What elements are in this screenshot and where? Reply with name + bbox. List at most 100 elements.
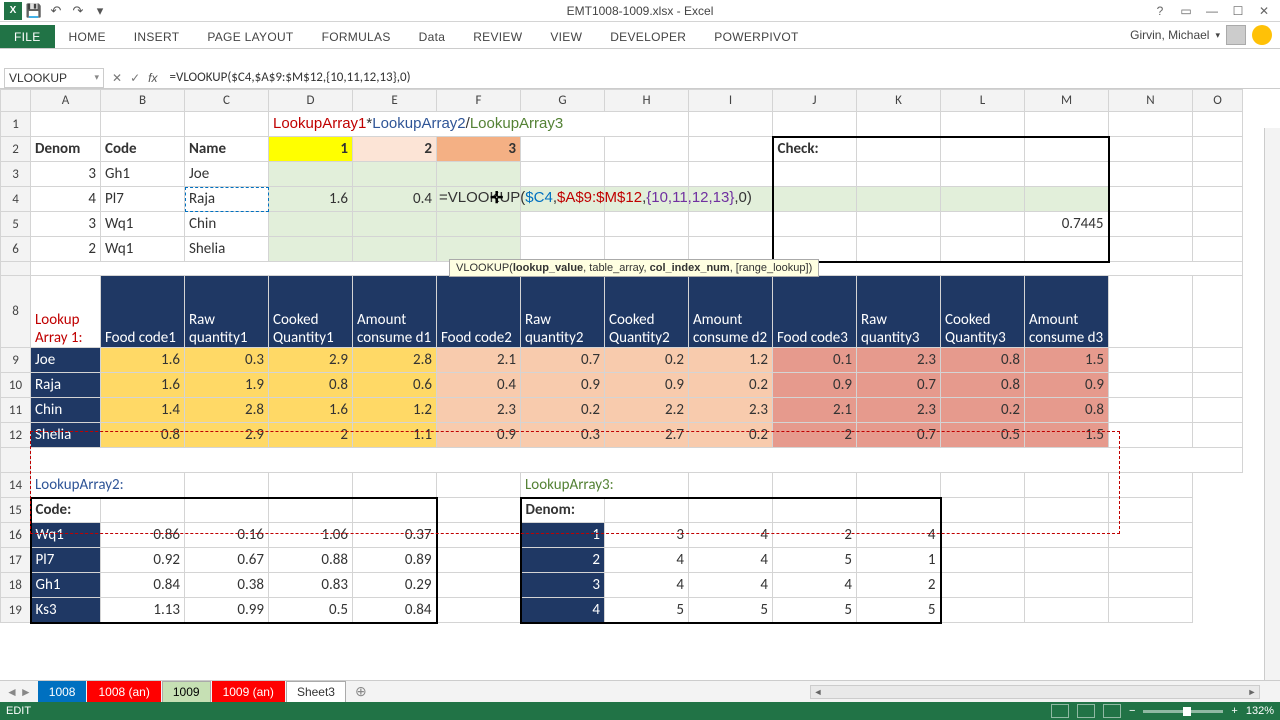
col-header[interactable]: I [689,90,773,112]
close-icon[interactable]: ✕ [1252,2,1276,20]
cell[interactable]: Cooked Quantity3 [941,276,1025,348]
cell[interactable]: Raw quantity2 [521,276,605,348]
cell[interactable]: Denom [31,137,101,162]
col-header[interactable]: M [1025,90,1109,112]
cell[interactable]: Raja [185,187,269,212]
cell[interactable]: Joe [185,162,269,187]
tab-developer[interactable]: DEVELOPER [596,25,700,48]
cell[interactable]: Amount consume d1 [353,276,437,348]
cell[interactable]: Shelia [185,237,269,262]
col-header[interactable]: L [941,90,1025,112]
col-header[interactable]: F [437,90,521,112]
cell[interactable]: 1 [269,137,353,162]
col-header[interactable]: J [773,90,857,112]
enter-icon[interactable]: ✓ [130,71,140,85]
view-break-icon[interactable] [1103,704,1121,718]
cell-editing[interactable]: =VLOOKUP($C4,$A$9:$M$12,{10,11,12,13},0) [437,187,521,212]
cell[interactable]: 1.6 [269,187,353,212]
zoom-slider[interactable] [1143,710,1223,713]
row-header[interactable]: 1 [1,112,31,137]
cell[interactable]: LookupArray1*LookupArray2/LookupArray3 [269,112,689,137]
tab-powerpivot[interactable]: POWERPIVOT [700,25,812,48]
tab-file[interactable]: FILE [0,25,55,48]
cell[interactable]: 0.7445 [1025,212,1109,237]
cancel-icon[interactable]: ✕ [112,71,122,85]
row-header[interactable]: 4 [1,187,31,212]
cell[interactable]: Food code1 [101,276,185,348]
sheet-nav[interactable]: ◄► [0,685,38,699]
cell[interactable]: Cooked Quantity2 [605,276,689,348]
tab-review[interactable]: REVIEW [459,25,536,48]
cell[interactable]: 0.4 [353,187,437,212]
minimize-icon[interactable]: — [1200,2,1224,20]
help-icon[interactable]: ? [1148,2,1172,20]
cell[interactable]: Gh1 [101,162,185,187]
col-header[interactable]: C [185,90,269,112]
formula-input[interactable]: =VLOOKUP($C4,$A$9:$M$12,{10,11,12,13},0) [165,70,1280,85]
cell[interactable]: Name [185,137,269,162]
vertical-scrollbar[interactable] [1264,128,1280,680]
save-icon[interactable]: 💾 [24,2,44,20]
grid[interactable]: A B C D E F G H I J K L M N O 1 LookupAr… [0,89,1280,624]
col-header[interactable]: E [353,90,437,112]
col-header[interactable]: O [1193,90,1243,112]
cell[interactable]: Wq1 [101,237,185,262]
cell[interactable]: Pl7 [101,187,185,212]
view-layout-icon[interactable] [1077,704,1095,718]
col-header[interactable]: N [1109,90,1193,112]
tab-insert[interactable]: INSERT [120,25,194,48]
cell[interactable]: Wq1 [101,212,185,237]
tab-view[interactable]: VIEW [536,25,596,48]
tab-home[interactable]: HOME [55,25,120,48]
tab-formulas[interactable]: FORMULAS [308,25,405,48]
col-header[interactable]: H [605,90,689,112]
zoom-level[interactable]: 132% [1246,705,1274,717]
cell[interactable]: 3 [437,137,521,162]
horizontal-scrollbar[interactable]: ◄► [375,685,1280,699]
cell[interactable]: Raw quantity1 [185,276,269,348]
cell[interactable]: 3 [31,162,101,187]
col-header[interactable]: D [269,90,353,112]
cell[interactable]: Code [101,137,185,162]
tab-data[interactable]: Data [405,25,460,48]
sheet-tab[interactable]: 1008 (an) [87,681,160,702]
sheet-tab-active[interactable]: 1009 [162,681,211,702]
row-header[interactable]: 8 [1,276,31,348]
cell[interactable]: Food code3 [773,276,857,348]
row-header[interactable]: 5 [1,212,31,237]
col-header[interactable]: B [101,90,185,112]
zoom-out-icon[interactable]: − [1129,705,1135,717]
cell[interactable]: 2 [31,237,101,262]
cell[interactable]: Lookup Array 1: [31,276,101,348]
cell[interactable]: Food code2 [437,276,521,348]
sheet-tab[interactable]: Sheet3 [286,681,346,702]
cell[interactable]: 4 [31,187,101,212]
view-normal-icon[interactable] [1051,704,1069,718]
account-area[interactable]: Girvin, Michael ▾ [1130,25,1272,45]
row-header[interactable]: 6 [1,237,31,262]
ribbon-opts-icon[interactable]: ▭ [1174,2,1198,20]
cell[interactable]: 3 [31,212,101,237]
zoom-in-icon[interactable]: + [1231,705,1237,717]
cell[interactable]: Raw quantity3 [857,276,941,348]
cell[interactable]: Cooked Quantity1 [269,276,353,348]
redo-icon[interactable]: ↷ [68,2,88,20]
cell[interactable]: Check: [773,137,857,162]
sheet-tab[interactable]: 1009 (an) [212,681,285,702]
tab-pagelayout[interactable]: PAGE LAYOUT [193,25,307,48]
cell[interactable]: Amount consume d3 [1025,276,1109,348]
maximize-icon[interactable]: ☐ [1226,2,1250,20]
fx-icon[interactable]: fx [148,71,157,85]
cell[interactable]: 2 [353,137,437,162]
col-header[interactable]: G [521,90,605,112]
sheet-tab[interactable]: 1008 [38,681,87,702]
qat-btn[interactable]: ▾ [90,2,110,20]
cell[interactable]: Chin [185,212,269,237]
col-header[interactable]: K [857,90,941,112]
undo-icon[interactable]: ↶ [46,2,66,20]
col-header[interactable]: A [31,90,101,112]
cell[interactable]: Amount consume d2 [689,276,773,348]
new-sheet-icon[interactable]: ⊕ [347,683,375,700]
name-box[interactable]: VLOOKUP▾ [4,68,104,88]
row-header[interactable]: 3 [1,162,31,187]
